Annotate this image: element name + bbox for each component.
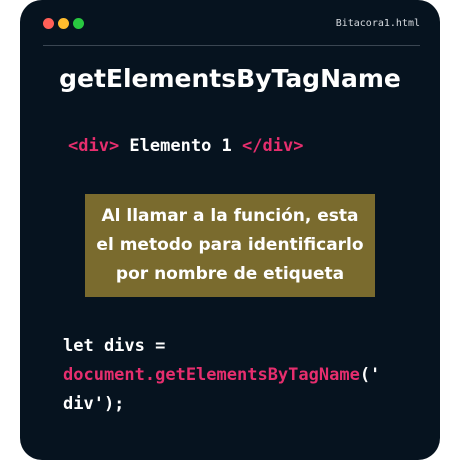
window-titlebar: Bitacora1.html: [20, 0, 440, 46]
titlebar-divider: [43, 45, 420, 46]
js-line-3: div');: [63, 394, 125, 414]
js-line-2: document.getElementsByTagName(': [63, 361, 380, 390]
js-line-1: let divs =: [63, 336, 166, 356]
html-content: Elemento 1: [119, 136, 243, 156]
maximize-dot-icon[interactable]: [73, 18, 84, 29]
code-card: Bitacora1.html getElementsByTagName <div…: [20, 0, 440, 460]
explanation-note: Al llamar a la función, esta el metodo p…: [85, 194, 375, 297]
js-call-args: (': [359, 365, 381, 385]
html-open-tag: <div>: [68, 136, 120, 156]
js-function-call: document.getElementsByTagName: [63, 365, 360, 385]
page-title: getElementsByTagName: [59, 64, 401, 93]
html-example: <div> Elemento 1 </div>: [68, 136, 303, 156]
minimize-dot-icon[interactable]: [58, 18, 69, 29]
close-dot-icon[interactable]: [43, 18, 54, 29]
html-close-tag: </div>: [242, 136, 304, 156]
js-example: let divs = document.getElementsByTagName(…: [63, 332, 380, 419]
window-filename: Bitacora1.html: [335, 18, 420, 29]
note-line: el metodo para identificarlo: [96, 235, 364, 255]
note-line: por nombre de etiqueta: [115, 264, 345, 284]
note-line: Al llamar a la función, esta: [101, 206, 359, 226]
